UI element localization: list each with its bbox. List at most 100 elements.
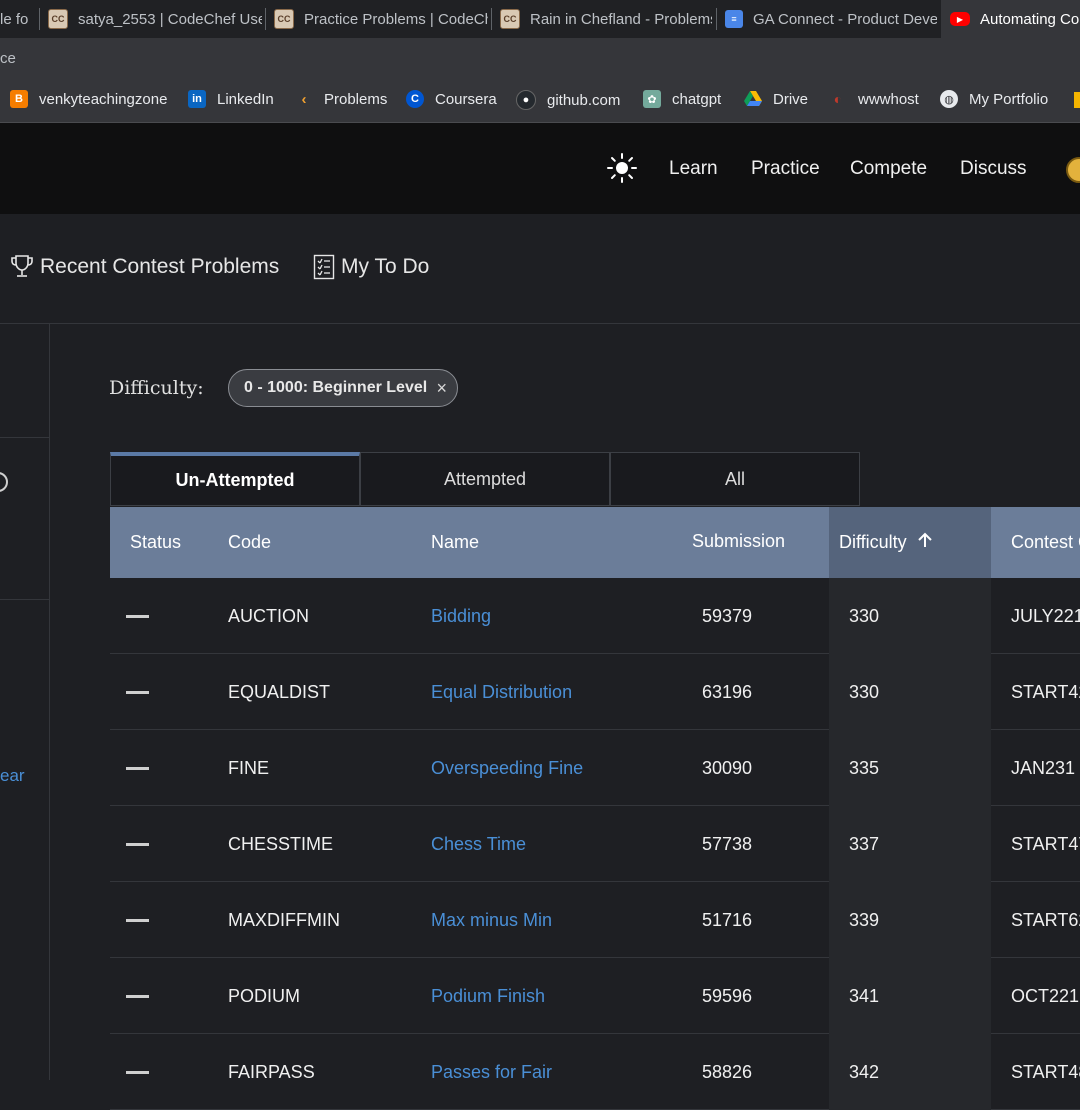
- address-bar[interactable]: ce: [0, 38, 1080, 80]
- browser-tab[interactable]: CC Rain in Chefland - Problems: [500, 0, 712, 38]
- subnav-label: Recent Contest Problems: [40, 255, 280, 278]
- codechef-icon: CC: [500, 9, 520, 29]
- difficulty-label: Difficulty:: [109, 377, 204, 399]
- sidebar-clear-link[interactable]: ear: [0, 766, 25, 786]
- bookmark-label: venkyteachingzone: [39, 90, 168, 108]
- tab-attempted[interactable]: Attempted: [360, 452, 610, 506]
- table-row[interactable]: PODIUM Podium Finish 59596 341 OCT221: [110, 958, 1080, 1034]
- cell-contest[interactable]: START62: [1011, 910, 1080, 931]
- table-row[interactable]: FINE Overspeeding Fine 30090 335 JAN231: [110, 730, 1080, 806]
- chip-label: 0 - 1000: Beginner Level: [244, 379, 428, 396]
- radio-icon[interactable]: [0, 472, 8, 492]
- sun-icon[interactable]: [606, 152, 638, 184]
- nav-discuss[interactable]: Discuss: [960, 158, 1027, 180]
- blogger-icon: B: [10, 90, 28, 108]
- problem-name-link[interactable]: Max minus Min: [431, 910, 552, 931]
- table-row[interactable]: AUCTION Bidding 59379 330 JULY221: [110, 578, 1080, 654]
- sidebar-divider: [0, 599, 49, 600]
- bookmark-coursera[interactable]: C Coursera: [406, 90, 497, 108]
- bookmark-label: Drive: [773, 90, 809, 108]
- bookmark-drive[interactable]: Drive: [744, 90, 808, 108]
- header-submission[interactable]: Submission: [692, 531, 785, 552]
- bookmark-linkedin[interactable]: in LinkedIn: [188, 90, 274, 108]
- table-row[interactable]: CHESSTIME Chess Time 57738 337 START47: [110, 806, 1080, 882]
- cell-difficulty: 335: [849, 758, 880, 778]
- close-icon[interactable]: ×: [436, 378, 447, 399]
- header-status[interactable]: Status: [130, 532, 181, 553]
- leetcode-icon: ‹: [301, 90, 307, 108]
- status-unattempted-icon: [126, 843, 149, 846]
- bookmark-wwwhost[interactable]: ◐ wwwhost: [829, 90, 919, 108]
- cell-contest[interactable]: START42: [1011, 682, 1080, 703]
- cell-code: MAXDIFFMIN: [228, 910, 340, 930]
- header-difficulty[interactable]: Difficulty: [839, 531, 934, 553]
- status-unattempted-icon: [126, 691, 149, 694]
- bookmark-chatgpt[interactable]: ✿ chatgpt: [643, 90, 721, 108]
- tab-label: Automating Co: [980, 10, 1080, 28]
- site-header: Learn Practice Compete Discuss: [0, 123, 1080, 214]
- status-unattempted-icon: [126, 995, 149, 998]
- bookmark-label: Problems: [324, 90, 388, 108]
- table-row[interactable]: MAXDIFFMIN Max minus Min 51716 339 START…: [110, 882, 1080, 958]
- drive-icon: [744, 90, 762, 108]
- tab-label: Rain in Chefland - Problems: [530, 10, 712, 28]
- folder-icon[interactable]: [1074, 92, 1080, 108]
- header-code[interactable]: Code: [228, 532, 271, 553]
- browser-tab[interactable]: CC satya_2553 | CodeChef User: [48, 0, 262, 38]
- problem-name-link[interactable]: Overspeeding Fine: [431, 758, 583, 779]
- tab-separator: [265, 8, 266, 30]
- table-row[interactable]: EQUALDIST Equal Distribution 63196 330 S…: [110, 654, 1080, 730]
- host-icon: ◐: [833, 91, 843, 107]
- header-name[interactable]: Name: [431, 532, 479, 553]
- problem-name-link[interactable]: Equal Distribution: [431, 682, 572, 703]
- table-row[interactable]: FAIRPASS Passes for Fair 58826 342 START…: [110, 1034, 1080, 1110]
- problem-name-link[interactable]: Chess Time: [431, 834, 526, 855]
- cell-difficulty: 341: [849, 986, 880, 1006]
- bookmark-my-portfolio[interactable]: ◍ My Portfolio: [940, 90, 1048, 108]
- bookmark-label: LinkedIn: [217, 90, 274, 108]
- status-unattempted-icon: [126, 919, 149, 922]
- browser-tab[interactable]: le fo: [0, 0, 38, 38]
- bookmark-label: github.com: [547, 91, 621, 109]
- address-text[interactable]: ce: [0, 50, 16, 67]
- nav-compete[interactable]: Compete: [850, 158, 927, 180]
- cell-contest[interactable]: JAN231: [1011, 758, 1075, 779]
- subnav-recent-contest-problems[interactable]: Recent Contest Problems: [10, 254, 279, 280]
- cell-code: PODIUM: [228, 986, 300, 1006]
- bookmark-venkyteachingzone[interactable]: B venkyteachingzone: [10, 90, 167, 108]
- cell-submission: 63196: [702, 682, 753, 702]
- header-contest[interactable]: Contest C: [1011, 532, 1080, 553]
- coursera-icon: C: [406, 90, 424, 108]
- trophy-icon: [11, 255, 33, 277]
- linkedin-icon: in: [188, 90, 206, 108]
- youtube-icon: ▶: [950, 12, 970, 26]
- subnav-my-to-do[interactable]: My To Do: [313, 254, 429, 280]
- tab-all[interactable]: All: [610, 452, 860, 506]
- problem-name-link[interactable]: Podium Finish: [431, 986, 545, 1007]
- tab-label: Practice Problems | CodeChef: [304, 10, 488, 28]
- header-difficulty-label: Difficulty: [839, 532, 907, 552]
- difficulty-filter-chip[interactable]: 0 - 1000: Beginner Level ×: [228, 369, 458, 407]
- cell-code: EQUALDIST: [228, 682, 331, 702]
- tab-label: GA Connect - Product Deve: [753, 10, 937, 28]
- subnav-label: My To Do: [341, 255, 430, 278]
- cell-contest[interactable]: OCT221: [1011, 986, 1079, 1007]
- cell-contest[interactable]: START47: [1011, 834, 1080, 855]
- sidebar-divider: [0, 437, 49, 438]
- tab-un-attempted[interactable]: Un-Attempted: [110, 452, 360, 506]
- cell-difficulty: 330: [849, 606, 880, 626]
- codechef-icon: CC: [274, 9, 294, 29]
- browser-tab-active[interactable]: ▶ Automating Co: [941, 0, 1080, 38]
- bookmark-label: Coursera: [435, 90, 497, 108]
- browser-tab[interactable]: CC Practice Problems | CodeChef: [274, 0, 488, 38]
- avatar[interactable]: [1066, 157, 1080, 183]
- cell-contest[interactable]: JULY221: [1011, 606, 1080, 627]
- bookmark-github[interactable]: ● github.com: [516, 90, 620, 110]
- nav-practice[interactable]: Practice: [751, 158, 820, 180]
- bookmark-problems[interactable]: ‹ Problems: [295, 90, 388, 108]
- cell-code: FINE: [228, 758, 270, 778]
- problem-name-link[interactable]: Bidding: [431, 606, 491, 627]
- attempt-tabs: Un-Attempted Attempted All: [110, 452, 860, 506]
- nav-learn[interactable]: Learn: [669, 158, 718, 180]
- browser-tab[interactable]: ≡ GA Connect - Product Deve: [725, 0, 937, 38]
